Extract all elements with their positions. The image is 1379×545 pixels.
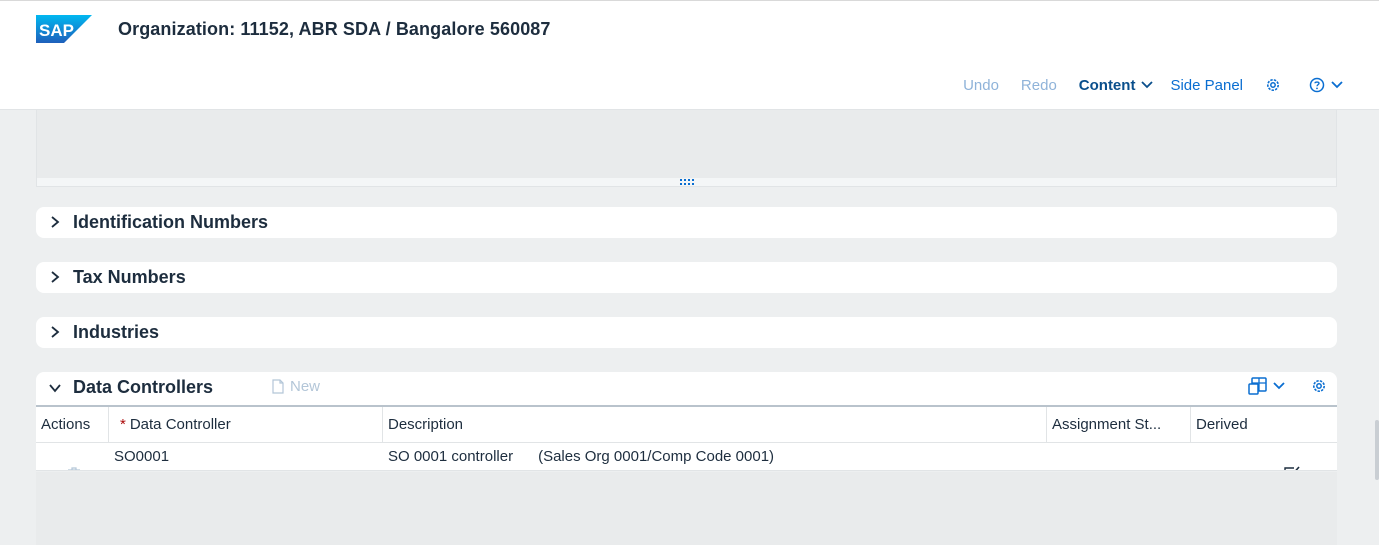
gear-icon bbox=[1313, 380, 1325, 392]
column-header-label: Data Controller bbox=[129, 416, 231, 433]
new-button[interactable]: New bbox=[272, 378, 320, 395]
assignment-status-cell bbox=[1047, 443, 1191, 470]
table-view-icon bbox=[1248, 377, 1267, 395]
section-title: Tax Numbers bbox=[73, 267, 186, 287]
chevron-down-icon bbox=[1331, 81, 1343, 89]
new-button-label: New bbox=[290, 378, 321, 395]
data-controller-cell[interactable]: SO0001 bbox=[109, 443, 383, 470]
table-toolbar bbox=[1238, 377, 1327, 395]
splitter-bar[interactable] bbox=[36, 178, 1337, 187]
shell-header: SAP Organization: 11152, ABR SDA / Banga… bbox=[0, 0, 1379, 110]
settings-button[interactable] bbox=[1265, 77, 1281, 93]
redo-button[interactable]: Redo bbox=[1021, 77, 1057, 94]
help-menu-button[interactable] bbox=[1309, 77, 1343, 93]
drag-handle-icon[interactable] bbox=[680, 179, 694, 185]
scrollbar-thumb[interactable] bbox=[1375, 420, 1379, 480]
chevron-down-icon bbox=[1141, 81, 1154, 89]
section-industries[interactable]: Industries bbox=[36, 317, 1337, 348]
chevron-right-icon[interactable] bbox=[50, 216, 60, 228]
chevron-down-icon bbox=[1273, 382, 1285, 390]
actions-cell bbox=[36, 443, 109, 470]
table-header-row: Actions * Data Controller Description Ass… bbox=[36, 405, 1337, 443]
column-header-derived[interactable]: Derived bbox=[1191, 407, 1337, 442]
table-settings-button[interactable] bbox=[1311, 378, 1327, 394]
chevron-right-icon[interactable] bbox=[50, 271, 60, 283]
content-menu-button[interactable]: Content bbox=[1079, 77, 1154, 94]
page-title: Organization: 11152, ABR SDA / Bangalore… bbox=[118, 19, 551, 39]
undo-button[interactable]: Undo bbox=[963, 77, 999, 94]
delete-icon[interactable] bbox=[67, 467, 81, 470]
table-view-menu-button[interactable] bbox=[1248, 377, 1285, 395]
section-identification-numbers[interactable]: Identification Numbers bbox=[36, 207, 1337, 238]
description-cell: SO 0001 controller (Sales Org 0001/Comp … bbox=[388, 448, 775, 465]
chevron-right-icon[interactable] bbox=[50, 326, 60, 338]
required-marker: * bbox=[120, 416, 126, 433]
content-menu-label: Content bbox=[1078, 76, 1136, 94]
header-toolbar: Undo Redo Content Side Panel bbox=[941, 73, 1343, 97]
column-header-assignment-status[interactable]: Assignment St... bbox=[1047, 407, 1191, 442]
sap-logo[interactable]: SAP bbox=[36, 15, 92, 43]
table-empty-area bbox=[36, 472, 1337, 545]
svg-text:SAP: SAP bbox=[39, 21, 74, 40]
gear-icon bbox=[1267, 79, 1279, 91]
side-panel-button[interactable]: Side Panel bbox=[1170, 77, 1243, 94]
new-document-icon bbox=[272, 379, 284, 394]
section-data-controllers: Data Controllers New bbox=[36, 372, 1337, 405]
checked-checkbox-icon bbox=[1284, 466, 1300, 470]
section-title: Identification Numbers bbox=[73, 212, 269, 232]
table-row[interactable]: SO0001 SO 0001 controller (Sales Org 000… bbox=[36, 443, 1337, 471]
section-title: Data Controllers bbox=[73, 377, 214, 397]
data-controllers-table: Actions * Data Controller Description Ass… bbox=[36, 405, 1337, 471]
derived-cell bbox=[1191, 443, 1337, 470]
chevron-down-icon[interactable] bbox=[49, 383, 61, 393]
section-title: Industries bbox=[73, 322, 160, 342]
column-header-data-controller[interactable]: * Data Controller bbox=[109, 407, 383, 442]
column-header-description[interactable]: Description bbox=[383, 407, 1047, 442]
column-header-actions[interactable]: Actions bbox=[36, 407, 109, 442]
section-tax-numbers[interactable]: Tax Numbers bbox=[36, 262, 1337, 293]
help-icon bbox=[1309, 77, 1325, 93]
object-page-header-area bbox=[36, 110, 1337, 178]
